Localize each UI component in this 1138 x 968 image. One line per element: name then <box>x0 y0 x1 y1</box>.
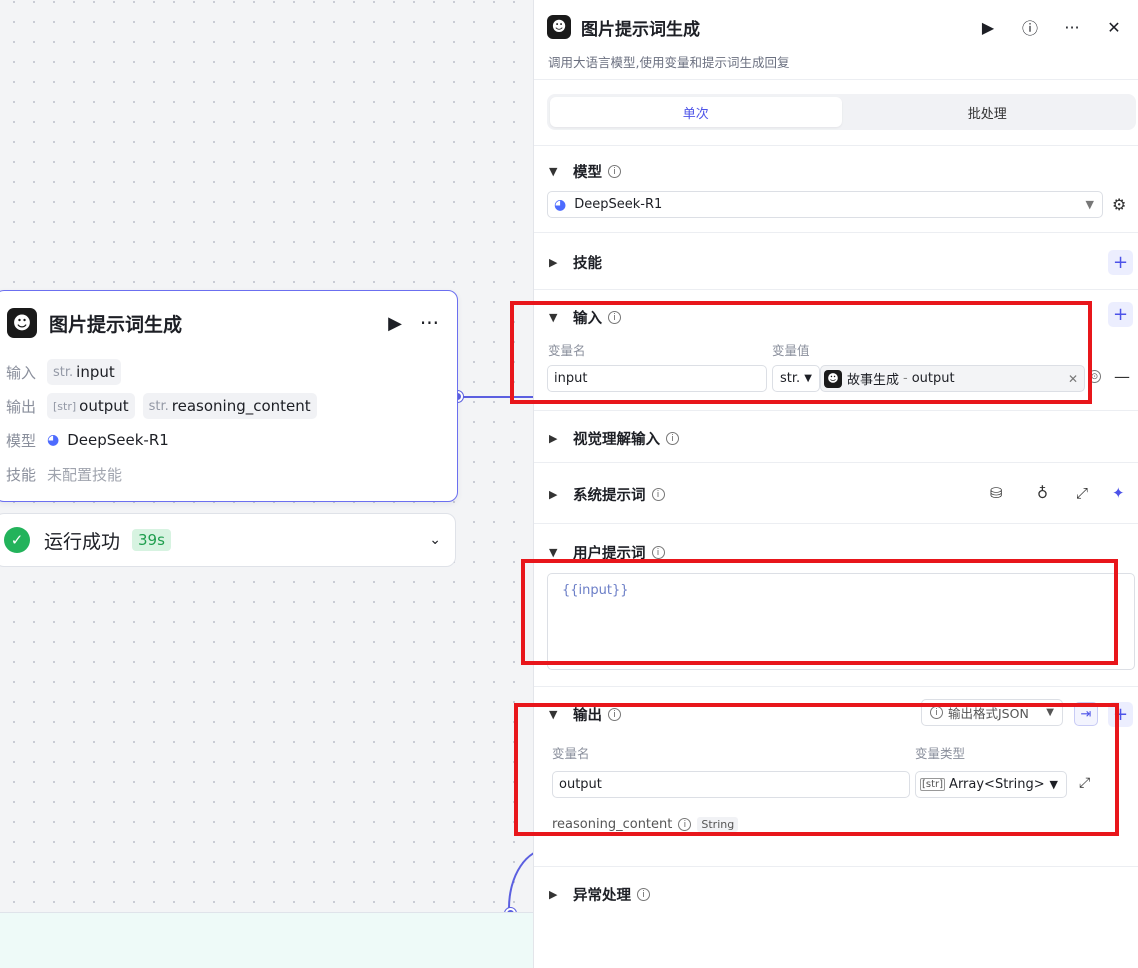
node-row-input: 输入 str. input <box>0 355 457 389</box>
section-error-handling[interactable]: ▶ 异常处理 i <box>549 884 650 905</box>
mode-tabs: 单次 批处理 <box>547 94 1136 130</box>
info-icon[interactable]: i <box>651 488 665 501</box>
section-label: 系统提示词 <box>573 488 646 504</box>
node-header: ☻ 图片提示词生成 ▶ ··· <box>0 291 457 355</box>
info-icon[interactable]: i <box>608 165 621 178</box>
highlight-box-user-prompt <box>521 559 1118 665</box>
run-icon[interactable]: ▶ <box>388 313 402 334</box>
row-label: 输出 <box>6 397 37 416</box>
chevron-right-icon: ▶ <box>549 888 558 901</box>
workflow-canvas[interactable]: ☻ 图片提示词生成 ▶ ··· 输入 str. input 输出 [str] out… <box>0 0 534 968</box>
app-logo-icon: ☻ <box>7 308 37 338</box>
skills-value: 未配置技能 <box>47 465 123 484</box>
time-badge: 39s <box>132 529 171 551</box>
divider <box>534 866 1138 867</box>
section-label: 模型 <box>573 165 602 181</box>
divider <box>534 686 1138 687</box>
lightbulb-icon[interactable]: ♁ <box>1037 484 1048 502</box>
tag-type: [str] <box>53 399 77 413</box>
divider <box>534 232 1138 233</box>
node-row-output: 输出 [str] output str. reasoning_content <box>0 389 457 423</box>
remove-input-icon[interactable]: — <box>1114 367 1130 386</box>
tag-name: output <box>79 397 129 415</box>
run-icon[interactable]: ▶ <box>975 18 1001 37</box>
reasoning-tag: str. reasoning_content <box>142 393 317 419</box>
success-check-icon: ✓ <box>4 527 30 553</box>
row-label: 技能 <box>6 465 37 484</box>
info-icon[interactable]: i <box>666 432 679 445</box>
node-row-skills: 技能 未配置技能 <box>0 457 457 491</box>
row-label: 输入 <box>6 363 37 382</box>
section-label: 异常处理 <box>573 888 631 904</box>
deepseek-icon: ◕ <box>554 196 567 213</box>
model-select[interactable]: ◕ DeepSeek-R1 ▼ <box>547 191 1103 218</box>
divider <box>534 410 1138 411</box>
chevron-down-icon: ▼ <box>1085 198 1094 211</box>
chevron-right-icon: ▶ <box>549 256 558 269</box>
panel-description: 调用大语言模型,使用变量和提示词生成回复 <box>548 55 790 70</box>
node-row-model: 模型 ◕ DeepSeek-R1 <box>0 423 457 457</box>
prompt-library-icon[interactable]: ⛁ <box>990 484 1003 502</box>
status-text: 运行成功 <box>44 530 121 553</box>
divider <box>534 145 1138 146</box>
expand-icon[interactable]: ⤢ <box>1076 484 1088 502</box>
highlight-box-output <box>514 703 1119 836</box>
model-name: DeepSeek-R1 <box>67 431 169 449</box>
info-icon[interactable]: i <box>651 546 665 559</box>
close-icon[interactable]: ✕ <box>1101 18 1127 37</box>
info-icon[interactable]: i <box>637 888 650 901</box>
more-icon[interactable]: ··· <box>420 311 439 335</box>
section-skills[interactable]: ▶ 技能 <box>549 252 602 273</box>
section-label: 技能 <box>573 256 602 272</box>
more-icon[interactable]: ··· <box>1059 18 1085 37</box>
highlight-box-input <box>510 301 1092 404</box>
section-model[interactable]: ▼ 模型 i <box>549 161 621 182</box>
divider <box>534 79 1138 80</box>
tab-single[interactable]: 单次 <box>550 97 842 127</box>
panel-title: 图片提示词生成 <box>581 19 700 40</box>
section-vision[interactable]: ▶ 视觉理解输入 i <box>549 428 679 449</box>
node-title: 图片提示词生成 <box>49 313 183 336</box>
model-selected: DeepSeek-R1 <box>574 197 663 212</box>
row-label: 模型 <box>6 431 37 450</box>
tag-type: str. <box>148 398 169 414</box>
app-logo-icon: ☻ <box>547 15 571 39</box>
divider <box>534 462 1138 463</box>
divider <box>534 289 1138 290</box>
llm-node[interactable]: ☻ 图片提示词生成 ▶ ··· 输入 str. input 输出 [str] out… <box>0 290 458 502</box>
add-input-button[interactable]: + <box>1108 302 1133 327</box>
tag-type: str. <box>53 364 74 380</box>
chevron-right-icon: ▶ <box>549 488 558 501</box>
help-icon[interactable]: ⓘ <box>1017 15 1043 39</box>
chevron-down-icon: ▼ <box>549 546 558 559</box>
tab-batch[interactable]: 批处理 <box>842 97 1134 127</box>
deepseek-icon: ◕ <box>47 432 60 448</box>
chevron-down-icon: ▼ <box>549 165 558 178</box>
canvas-bottom-node <box>0 912 534 968</box>
panel-header: ☻ 图片提示词生成 ▶ ⓘ ··· ✕ <box>547 12 1127 42</box>
input-tag: str. input <box>47 359 121 385</box>
chevron-down-icon[interactable]: ⌄ <box>429 532 441 548</box>
output-tag: [str] output <box>47 393 135 419</box>
divider <box>534 523 1138 524</box>
tag-name: reasoning_content <box>171 397 311 415</box>
run-status-bar[interactable]: ✓ 运行成功 39s ⌄ <box>0 513 456 567</box>
add-skill-button[interactable]: + <box>1108 250 1133 275</box>
chevron-right-icon: ▶ <box>549 432 558 445</box>
section-system-prompt[interactable]: ▶ 系统提示词 i <box>549 484 665 505</box>
tag-name: input <box>76 363 115 381</box>
gear-icon[interactable]: ⚙ <box>1112 195 1126 214</box>
section-label: 视觉理解输入 <box>573 432 660 448</box>
ai-sparkle-icon[interactable]: ✦ <box>1112 484 1125 502</box>
